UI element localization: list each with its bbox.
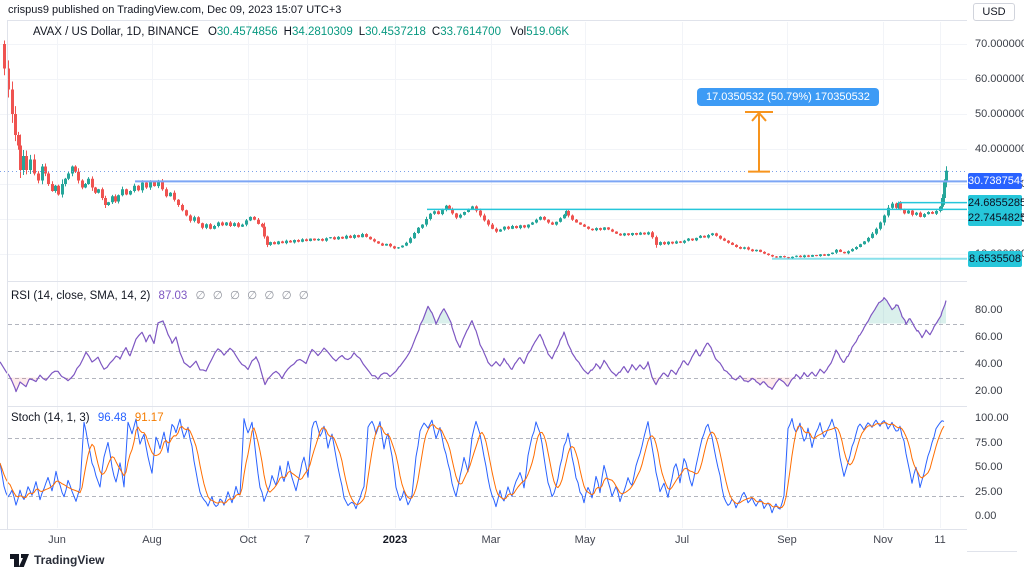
- time-axis[interactable]: Jun Aug Oct 7 2023 Mar May Jul Sep Nov 11: [0, 529, 967, 552]
- time-label: Jul: [674, 534, 690, 546]
- stoch-d-value: 91.17: [134, 412, 164, 424]
- stoch-tick: 50.00: [975, 461, 1003, 473]
- currency-toggle[interactable]: USD: [973, 3, 1015, 21]
- time-label: Oct: [239, 534, 257, 546]
- stoch-tick: 100.00: [975, 412, 1009, 424]
- ohlc-item-value: 30.4574856: [216, 26, 278, 38]
- time-label: Aug: [142, 534, 162, 546]
- pane-divider-stoch[interactable]: [7, 406, 1017, 407]
- rsi-value: 87.03: [158, 290, 188, 302]
- ohlc-item-value: 33.7614700: [440, 26, 501, 38]
- ohlc-item-label: O: [207, 26, 217, 38]
- vol-label: Vol: [510, 26, 527, 38]
- stoch-title[interactable]: Stoch (14, 1, 3): [11, 412, 90, 424]
- rsi-tick: 40.00: [975, 358, 1003, 370]
- time-label: 11: [934, 534, 946, 546]
- time-label: Sep: [777, 534, 797, 546]
- price-tick: 70.0000000: [975, 38, 1024, 50]
- vol-value: 519.06K: [526, 26, 570, 38]
- time-label: Jun: [48, 534, 66, 546]
- stoch-tick: 75.00: [975, 436, 1003, 449]
- price-range-annotation[interactable]: 17.0350532 (50.79%) 170350532: [697, 88, 879, 106]
- price-level-label: 22.7454825: [968, 210, 1024, 226]
- ohlc-item-label: H: [283, 26, 292, 38]
- time-label: 2023: [382, 534, 408, 546]
- rsi-title[interactable]: RSI (14, close, SMA, 14, 2): [11, 290, 150, 302]
- price-axis[interactable]: 70.0000000 60.0000000 50.0000000 40.0000000…: [967, 20, 1024, 551]
- frame-top-border: [7, 20, 1017, 21]
- rsi-empty-values: ∅ ∅ ∅ ∅ ∅ ∅ ∅: [195, 290, 311, 302]
- tradingview-logo-text: TradingView: [34, 553, 105, 567]
- time-label: Nov: [873, 534, 893, 546]
- ohlc-item-value: 34.2810309: [291, 26, 353, 38]
- stoch-k-value: 96.48: [97, 412, 127, 424]
- symbol-legend[interactable]: AVAX / US Dollar, 1D, BINANCE O30.457485…: [33, 26, 569, 38]
- stoch-tick: 0.00: [975, 510, 997, 522]
- published-attribution: crispus9 published on TradingView.com, D…: [8, 4, 342, 16]
- rsi-tick: 80.00: [975, 304, 1003, 316]
- rsi-tick: 60.00: [975, 331, 1003, 343]
- tradingview-logo[interactable]: TradingView: [10, 553, 104, 567]
- tradingview-logo-icon: [10, 553, 29, 567]
- time-label: Mar: [481, 534, 501, 546]
- stoch-tick: 25.00: [975, 485, 1003, 498]
- rsi-legend[interactable]: RSI (14, close, SMA, 14, 2) 87.03 ∅ ∅ ∅ …: [11, 288, 311, 302]
- stoch-legend[interactable]: Stoch (14, 1, 3) 96.48 91.17: [11, 412, 164, 424]
- tradingview-published-chart: crispus9 published on TradingView.com, D…: [0, 0, 1024, 570]
- time-label: May: [574, 534, 596, 546]
- symbol-title[interactable]: AVAX / US Dollar, 1D, BINANCE: [33, 26, 199, 38]
- rsi-tick: 20.00: [975, 385, 1003, 397]
- price-level-label: 30.7387545: [968, 173, 1024, 189]
- price-tick: 40.0000000: [975, 143, 1024, 155]
- chart-canvas[interactable]: [0, 0, 967, 552]
- ohlc-item-label: C: [431, 26, 441, 38]
- frame-left-border: [7, 20, 8, 551]
- time-label: 7: [303, 534, 311, 546]
- ohlc-values: O30.4574856 H34.2810309 L30.4537218 C33.761…: [202, 26, 501, 38]
- price-tick: 50.0000000: [975, 108, 1024, 120]
- price-level-label: 24.6855285: [968, 195, 1024, 211]
- price-level-label: 8.6535508: [968, 251, 1022, 267]
- price-tick: 60.0000000: [975, 73, 1024, 85]
- ohlc-item-value: 30.4537218: [365, 26, 426, 38]
- pane-divider-rsi[interactable]: [7, 281, 1017, 282]
